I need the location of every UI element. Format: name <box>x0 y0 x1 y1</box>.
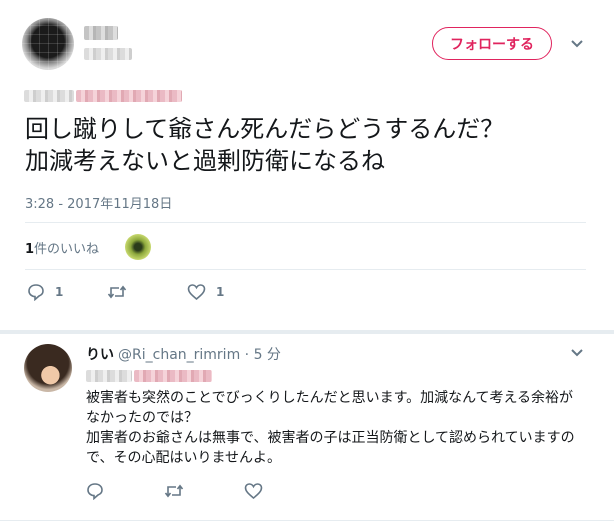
tweet-text: 回し蹴りして爺さん死んだらどうするんだ？ 加減考えないと過剰防衛になるね <box>25 113 595 177</box>
retweet-icon <box>164 484 184 498</box>
like-action[interactable] <box>244 482 263 500</box>
reply-context-handle-redacted[interactable] <box>76 90 182 102</box>
reply-text: 被害者も突然のことでびっくりしたんだと思います。加減なんて考える余裕が なかった… <box>86 388 596 468</box>
reply-author-avatar[interactable] <box>24 344 72 392</box>
reply-author-handle[interactable]: @Ri_chan_rimrim <box>118 347 240 363</box>
reply-action[interactable] <box>86 482 104 500</box>
reply-text-line: 被害者も突然のことでびっくりしたんだと思います。加減なんて考える余裕が <box>86 390 574 406</box>
reply-time[interactable]: 5 分 <box>254 347 281 363</box>
reply-text-line: なかったのでは？ <box>86 410 198 426</box>
likes-suffix: 件のいいね <box>34 242 100 257</box>
liker-avatar[interactable] <box>125 234 151 260</box>
divider <box>0 520 614 521</box>
follow-button[interactable]: フォローする <box>432 27 552 60</box>
like-icon <box>244 483 263 500</box>
reply-tweet[interactable]: りい @Ri_chan_rimrim · 5 分 被害者も突然のことでびっくりした… <box>0 334 614 528</box>
chevron-down-icon[interactable] <box>570 348 584 358</box>
reply-separator: · <box>240 347 254 363</box>
reply-header: りい @Ri_chan_rimrim · 5 分 <box>86 344 281 364</box>
divider <box>25 269 586 270</box>
reply-author-name[interactable]: りい <box>86 347 114 363</box>
author-handle-redacted[interactable] <box>84 48 132 60</box>
likes-count: 1 <box>25 242 35 257</box>
main-tweet: フォローする 回し蹴りして爺さん死んだらどうするんだ？ 加減考えないと過剰防衛に… <box>0 0 614 330</box>
reply-context-redacted <box>86 370 132 382</box>
reply-text-line: 加害者のお爺さんは無事で、被害者の子は正当防衛として認められていますの <box>86 430 575 446</box>
author-name-redacted[interactable] <box>84 26 118 40</box>
chevron-down-icon[interactable] <box>570 39 584 49</box>
reply-context-redacted <box>24 90 74 102</box>
author-avatar[interactable] <box>22 18 74 70</box>
tweet-text-line: 回し蹴りして爺さん死んだらどうするんだ？ <box>25 115 505 143</box>
divider <box>25 222 586 223</box>
retweet-action[interactable] <box>107 283 127 301</box>
like-count: 1 <box>216 285 225 299</box>
like-icon <box>187 284 206 301</box>
reply-text-line: で、その心配はいりませんよ。 <box>86 450 282 466</box>
tweet-timestamp[interactable]: 3:28 - 2017年11月18日 <box>25 193 172 212</box>
tweet-text-line: 加減考えないと過剰防衛になるね <box>25 147 385 175</box>
like-action[interactable]: 1 <box>187 283 224 301</box>
reply-count: 1 <box>55 285 64 299</box>
reply-context-handle-redacted[interactable] <box>134 370 212 382</box>
retweet-icon <box>107 285 127 299</box>
reply-icon <box>87 483 103 500</box>
retweet-action[interactable] <box>164 482 184 500</box>
reply-action[interactable]: 1 <box>27 283 63 301</box>
likes-summary[interactable]: 1件のいいね <box>25 238 99 257</box>
reply-icon <box>28 284 44 301</box>
